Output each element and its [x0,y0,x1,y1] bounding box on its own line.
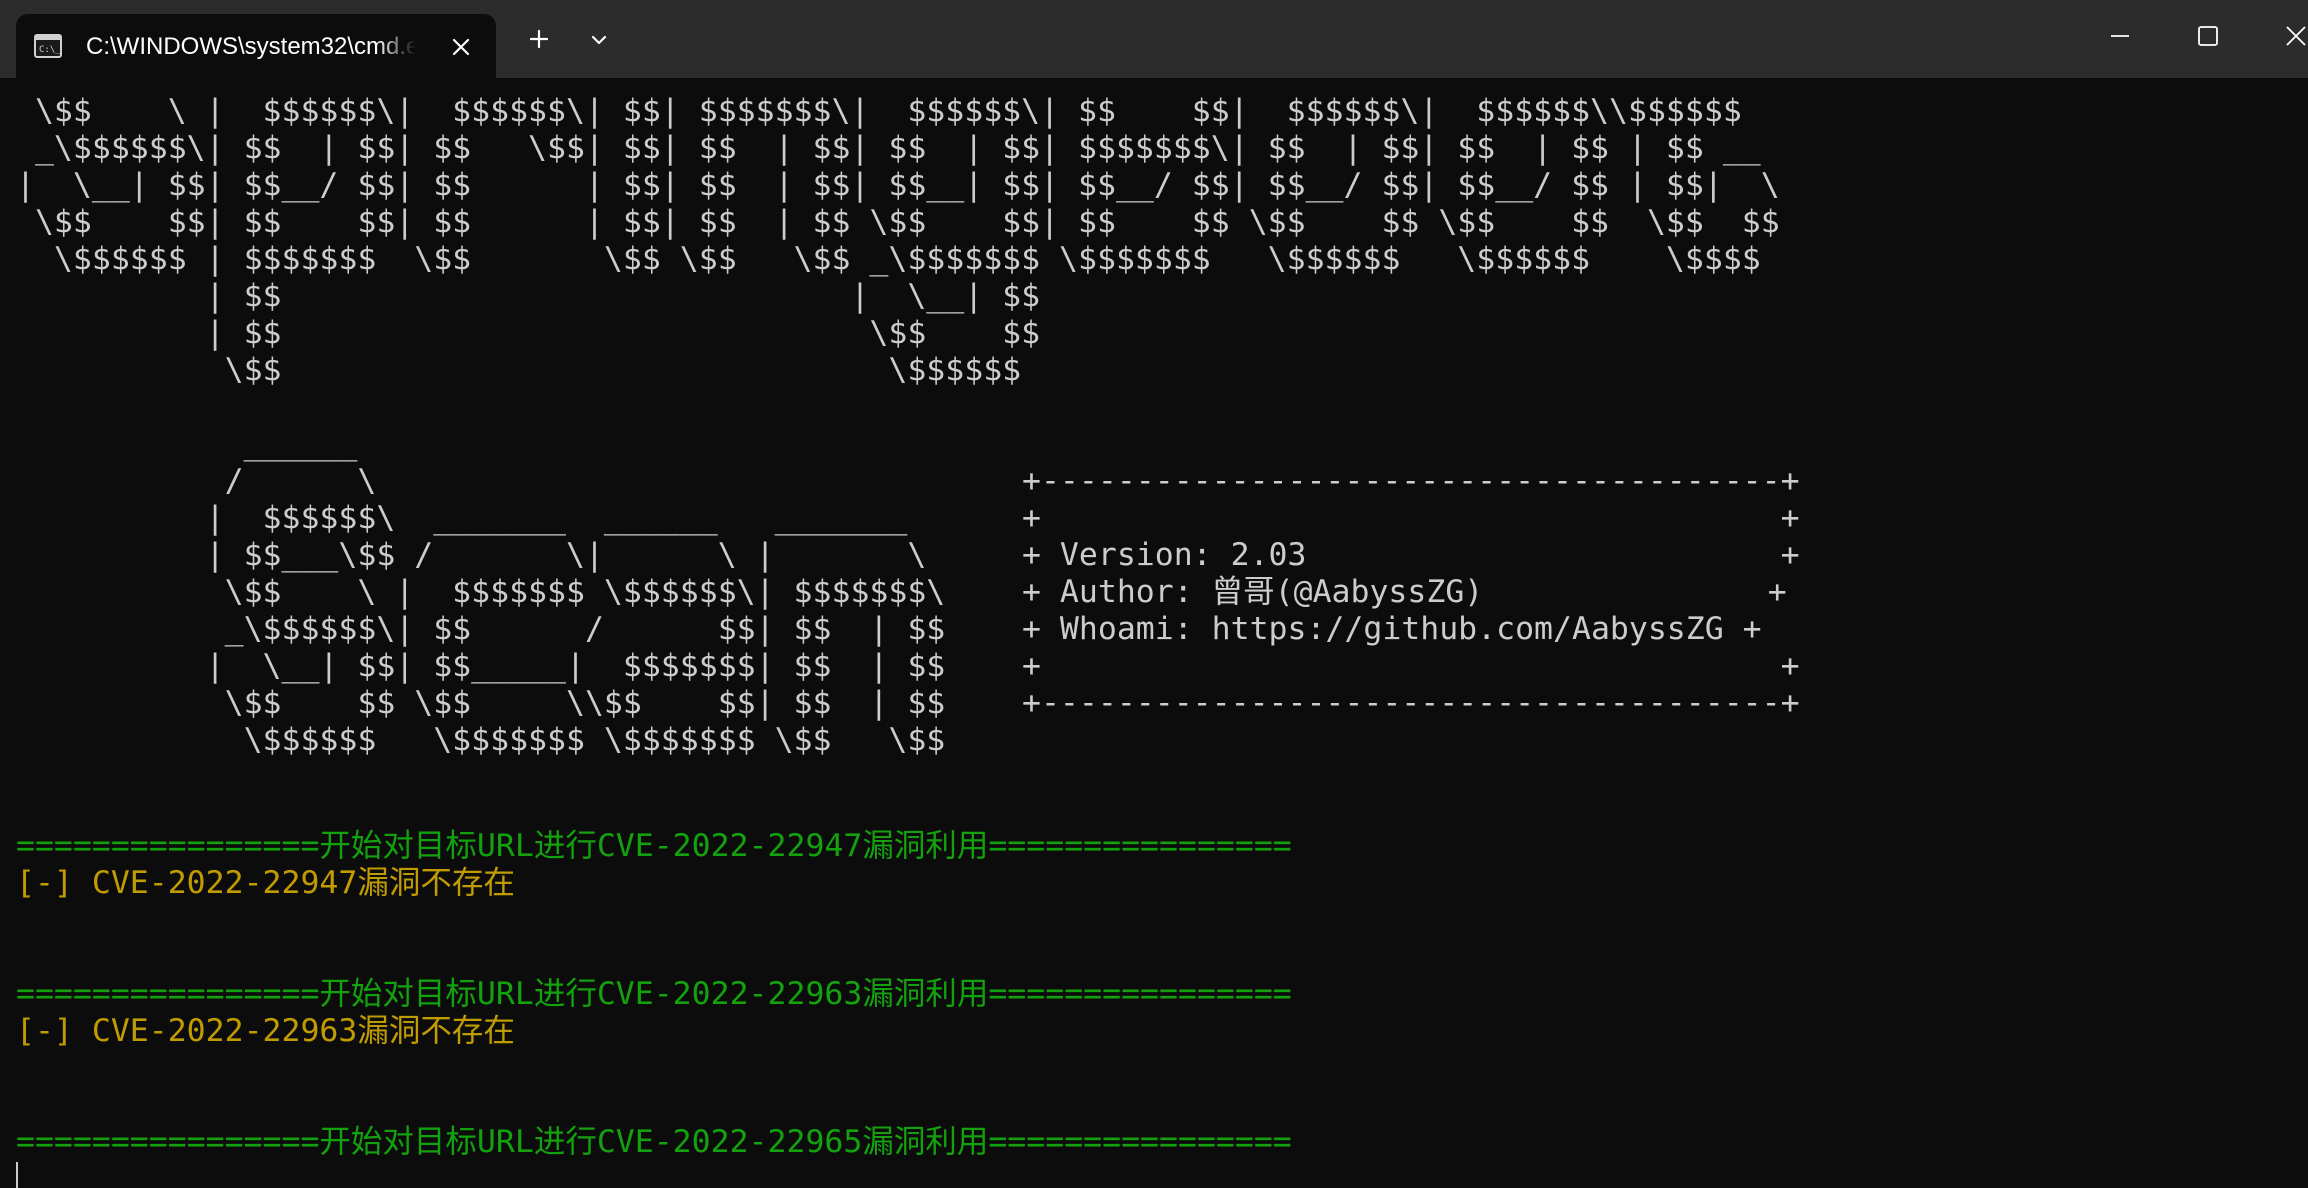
tab-title: C:\WINDOWS\system32\cmd.exe [86,33,416,60]
plus-icon [529,29,549,49]
new-tab-button[interactable] [514,14,564,64]
status-line: ================开始对目标URL进行CVE-2022-22947… [16,828,1292,864]
tab-dropdown-button[interactable] [574,14,624,64]
close-icon [2286,26,2306,46]
cmd-icon: C:\_ [34,34,62,58]
text-cursor [16,1162,18,1188]
chevron-down-icon [591,35,607,45]
info-box: +---------------------------------------… [1022,463,1800,721]
maximize-button[interactable] [2178,14,2238,64]
tab-cmd[interactable]: C:\_ C:\WINDOWS\system32\cmd.exe [16,14,496,78]
result-line: [-] CVE-2022-22963漏洞不存在 [16,1013,515,1049]
status-line: ================开始对目标URL进行CVE-2022-22963… [16,976,1292,1012]
status-line: ================开始对目标URL进行CVE-2022-22965… [16,1124,1292,1160]
title-bar: C:\_ C:\WINDOWS\system32\cmd.exe [0,0,2308,78]
close-icon[interactable] [444,30,478,64]
svg-text:C:\_: C:\_ [39,45,61,55]
minimize-icon [2111,35,2129,37]
minimize-button[interactable] [2090,14,2150,64]
result-line: [-] CVE-2022-22947漏洞不存在 [16,865,515,901]
close-window-button[interactable] [2266,14,2308,64]
maximize-icon [2198,26,2218,46]
console-output[interactable]: \$$ \ | $$$$$$\| $$$$$$\| $$| $$$$$$$\| … [16,78,2296,1188]
